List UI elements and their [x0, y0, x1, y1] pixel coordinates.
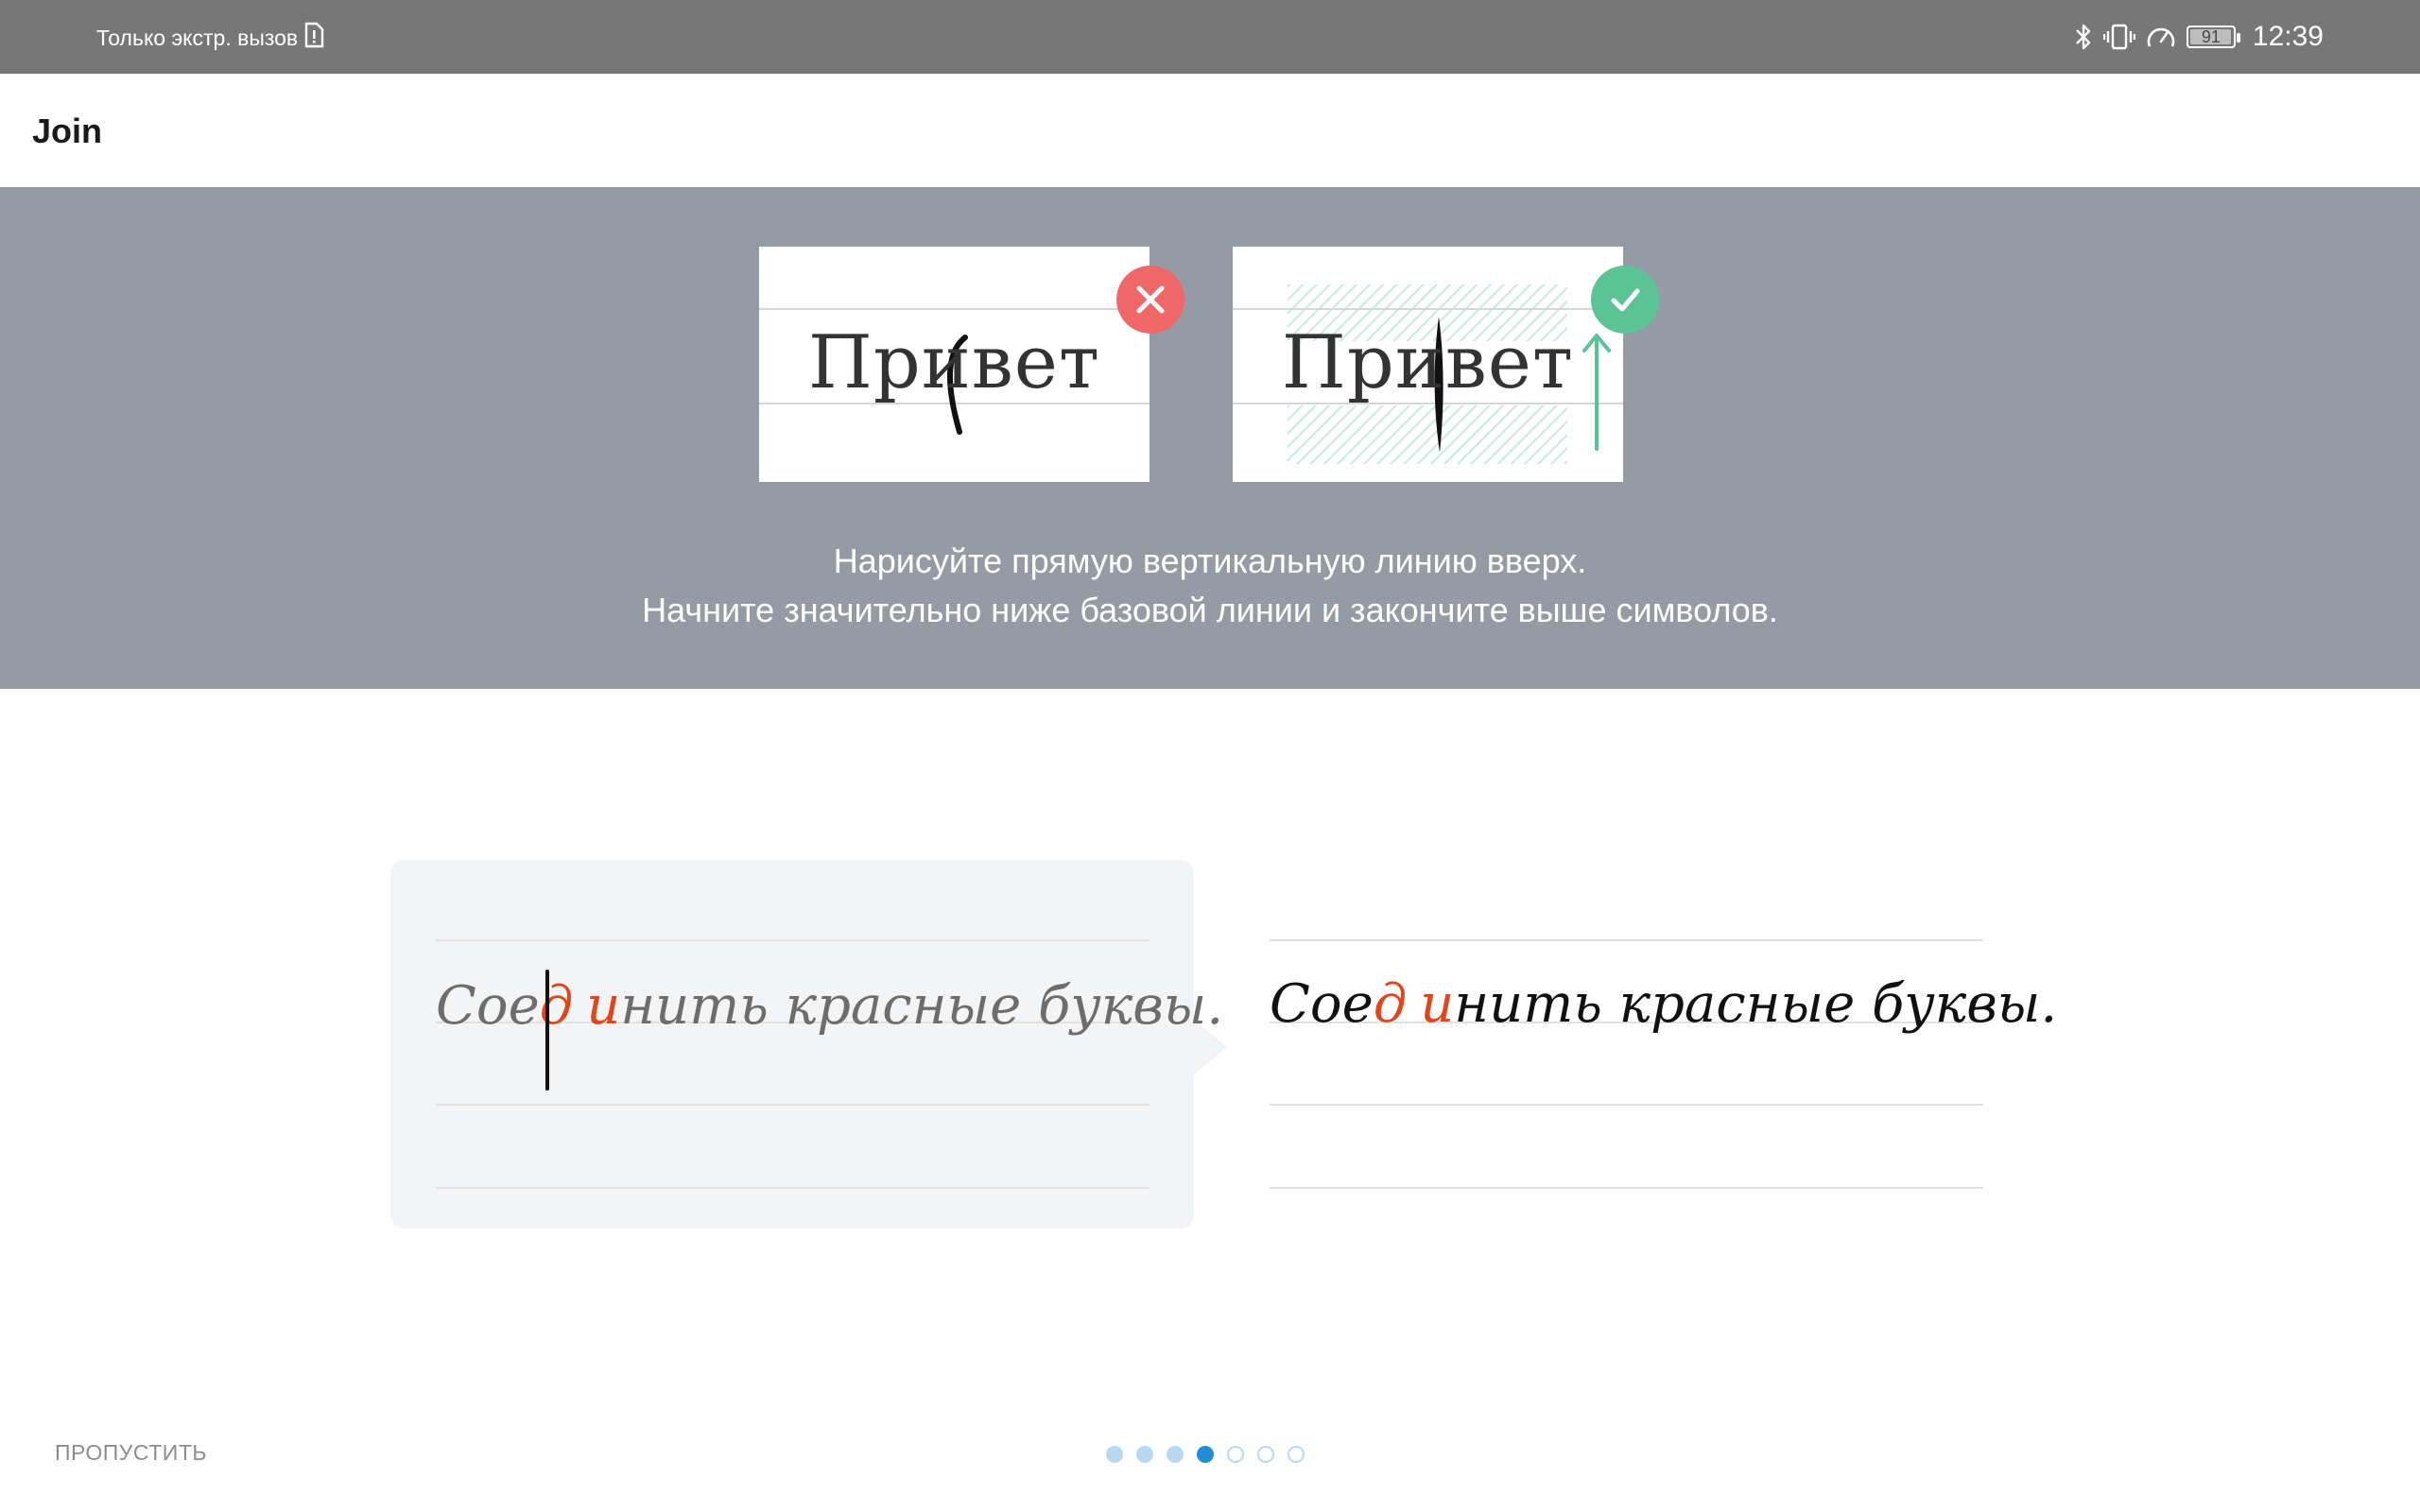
instruction-line-1: Нарисуйте прямую вертикальную линию ввер… — [833, 541, 1587, 580]
close-icon — [1116, 266, 1184, 334]
demo-after-red2: и — [1420, 973, 1455, 1035]
page-dot-2 — [1136, 1446, 1153, 1463]
carrier-text: Только экстр. вызов — [96, 25, 299, 50]
page-dot-1 — [1106, 1446, 1123, 1463]
battery-level: 91 — [2201, 26, 2221, 46]
clock: 12:39 — [2252, 21, 2324, 52]
page-dot-3 — [1167, 1446, 1184, 1463]
page-title: Join — [32, 112, 103, 150]
tutorial-hero: Привет Привет Нарисуйте прямую вертикаль… — [0, 187, 2420, 689]
instruction-text: Нарисуйте прямую вертикальную линию ввер… — [0, 537, 2420, 635]
page-dot-6 — [1257, 1446, 1274, 1463]
vibrate-icon — [2102, 23, 2135, 51]
bluetooth-icon — [2073, 23, 2094, 51]
right-example-word: Привет — [1281, 320, 1575, 405]
speed-icon — [2145, 23, 2177, 51]
status-right: 91 12:39 — [2073, 17, 2324, 57]
demo-before-part1: Сое — [436, 975, 540, 1037]
right-example-card: Привет — [1233, 247, 1659, 482]
battery-icon: 91 — [2186, 26, 2240, 48]
skip-button[interactable]: ПРОПУСТИТЬ — [55, 1440, 207, 1466]
demo-before-part2: нить красные буквы. — [620, 975, 1224, 1037]
page-dot-7 — [1288, 1446, 1305, 1463]
page-dot-4 — [1197, 1446, 1214, 1463]
instruction-line-2: Начните значительно ниже базовой линии и… — [642, 591, 1778, 629]
demo-after-part2: нить красные буквы. — [1454, 973, 2058, 1035]
status-bar: Только экстр. вызов 91 12:39 — [0, 0, 2420, 74]
sim-alert-icon — [303, 22, 324, 54]
join-stroke — [545, 970, 549, 1091]
page-indicator — [1106, 1446, 1305, 1463]
check-icon — [1591, 266, 1659, 334]
wrong-example-card: Привет — [759, 247, 1184, 482]
demo-after-text: Соед инить красные буквы. — [1270, 973, 2057, 1035]
demo-after-red1: д — [1373, 973, 1408, 1035]
demo-before-text: Соед инить красные буквы. — [436, 975, 1223, 1037]
page-dot-5 — [1227, 1446, 1244, 1463]
wrong-example-word: Привет — [807, 320, 1101, 405]
demo-before-red2: и — [586, 975, 621, 1037]
status-left: Только экстр. вызов — [96, 21, 324, 55]
app-bar: Join — [0, 74, 2420, 187]
demo-after-part1: Сое — [1270, 973, 1374, 1035]
